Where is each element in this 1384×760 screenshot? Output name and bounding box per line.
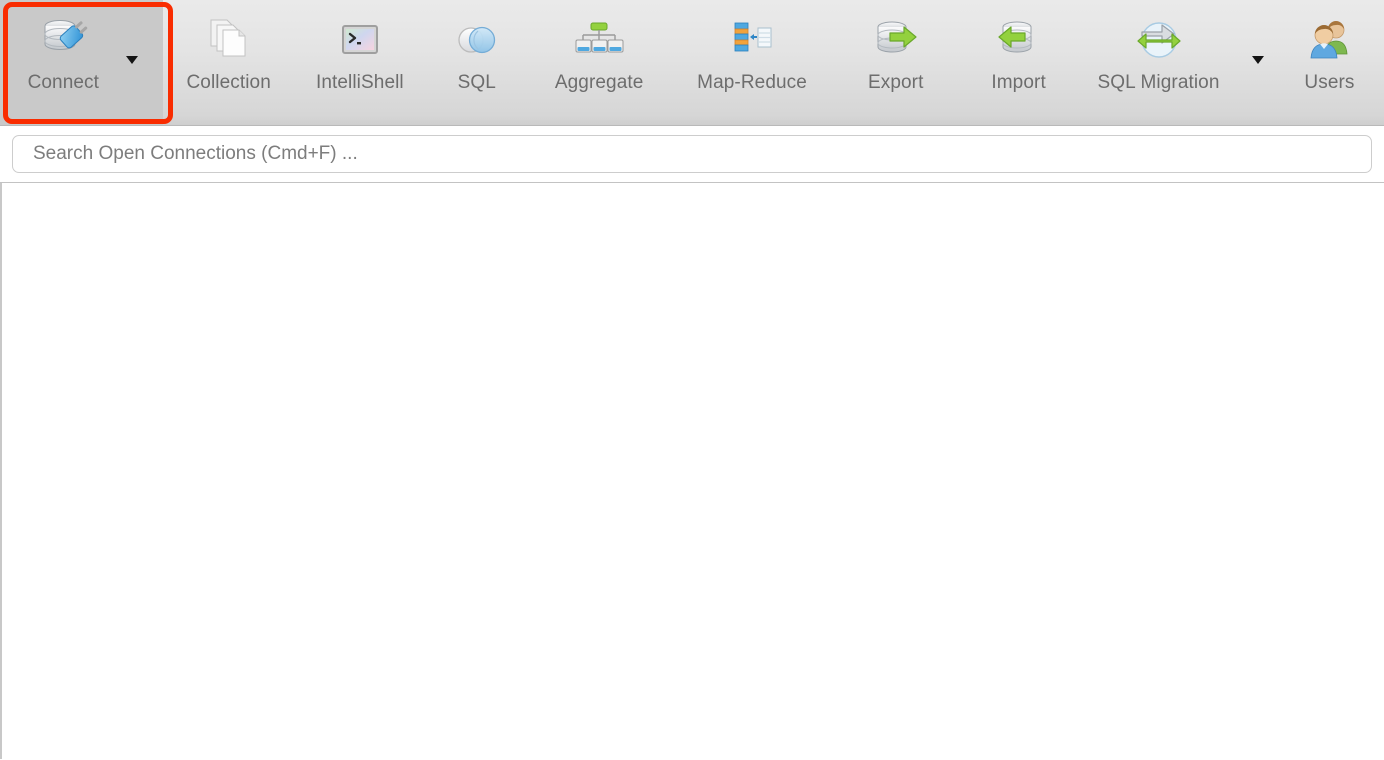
toolbar-button-aggregate[interactable]: Aggregate bbox=[528, 0, 669, 125]
database-plug-icon bbox=[37, 14, 89, 66]
toolbar-button-export[interactable]: Export bbox=[834, 0, 957, 125]
two-circles-icon bbox=[451, 14, 503, 66]
toolbar-label-map-reduce: Map-Reduce bbox=[697, 72, 807, 93]
toolbar-button-sql-migration[interactable]: SQL Migration bbox=[1080, 0, 1275, 125]
chevron-down-icon-connect[interactable] bbox=[126, 56, 138, 64]
toolbar-button-sql[interactable]: SQL bbox=[425, 0, 528, 125]
toolbar-button-intellishell[interactable]: IntelliShell bbox=[295, 0, 425, 125]
toolbar-label-sql: SQL bbox=[457, 72, 496, 93]
chevron-down-icon-sql-migration[interactable] bbox=[1252, 56, 1265, 64]
main-toolbar: Connect Collection IntelliShell SQL Aggr… bbox=[0, 0, 1384, 126]
toolbar-label-sql-migration: SQL Migration bbox=[1097, 72, 1220, 93]
toolbar-label-aggregate: Aggregate bbox=[554, 72, 644, 93]
toolbar-label-export: Export bbox=[867, 72, 924, 93]
connections-content-area bbox=[0, 183, 1384, 759]
toolbar-button-map-reduce[interactable]: Map-Reduce bbox=[670, 0, 834, 125]
search-input[interactable] bbox=[12, 135, 1372, 173]
toolbar-label-intellishell: IntelliShell bbox=[315, 72, 404, 93]
documents-stack-icon bbox=[203, 14, 255, 66]
map-reduce-icon bbox=[726, 14, 778, 66]
terminal-icon bbox=[334, 14, 386, 66]
toolbar-label-users: Users bbox=[1304, 72, 1355, 93]
database-import-arrow-icon bbox=[993, 14, 1045, 66]
users-icon bbox=[1303, 14, 1355, 66]
toolbar-button-collection[interactable]: Collection bbox=[163, 0, 295, 125]
toolbar-button-import[interactable]: Import bbox=[957, 0, 1080, 125]
database-export-arrow-icon bbox=[870, 14, 922, 66]
aggregate-tree-icon bbox=[573, 14, 625, 66]
search-bar-row bbox=[0, 126, 1384, 183]
toolbar-label-connect: Connect bbox=[27, 72, 100, 93]
toolbar-label-import: Import bbox=[991, 72, 1046, 93]
toolbar-button-users[interactable]: Users bbox=[1275, 0, 1384, 125]
toolbar-button-connect[interactable]: Connect bbox=[0, 0, 163, 125]
toolbar-label-collection: Collection bbox=[186, 72, 271, 93]
sync-arrows-icon bbox=[1133, 14, 1185, 66]
